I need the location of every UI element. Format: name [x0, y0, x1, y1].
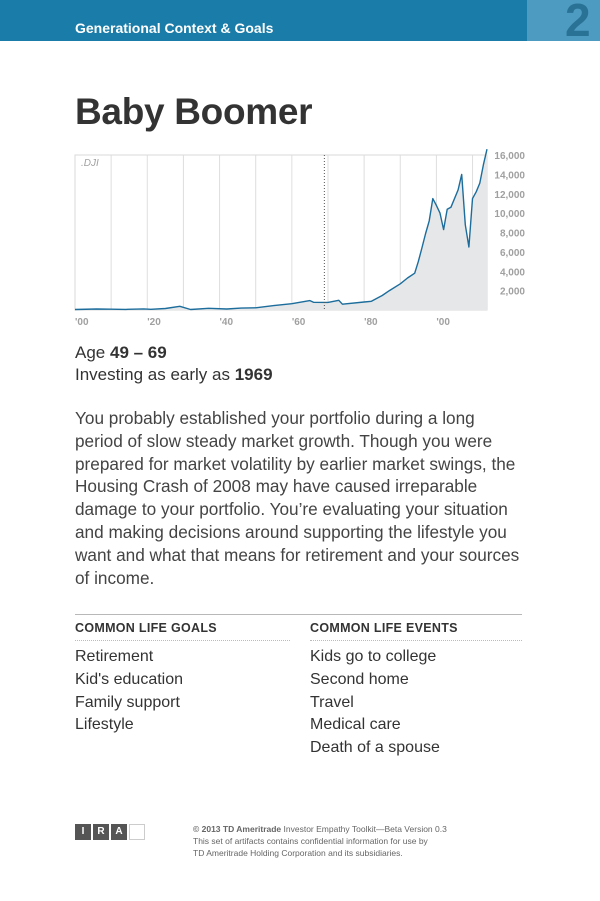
investing-since: Investing as early as 1969 — [75, 365, 273, 385]
footer-line-3: TD Ameritrade Holding Corporation and it… — [193, 848, 403, 858]
divider — [75, 614, 522, 615]
y-tick-label: 12,000 — [494, 190, 525, 201]
x-tick-label: '00 — [436, 317, 450, 328]
y-tick-label: 14,000 — [494, 170, 525, 181]
footer-line-2: This set of artifacts contains confident… — [193, 836, 428, 846]
x-tick-label: '60 — [292, 317, 306, 328]
logo-letter: R — [93, 824, 109, 840]
y-tick-label: 8,000 — [500, 229, 525, 240]
x-tick-label: '40 — [220, 317, 234, 328]
events-heading: COMMON LIFE EVENTS — [310, 621, 458, 635]
goals-divider — [75, 640, 290, 641]
age-range: Age 49 – 69 — [75, 343, 167, 363]
y-tick-label: 6,000 — [500, 248, 525, 259]
footer-legal: © 2013 TD Ameritrade Investor Empathy To… — [193, 823, 523, 859]
goal-item: Kid's education — [75, 670, 184, 688]
goals-list: Retirement Kid's education Family suppor… — [75, 646, 183, 737]
footer-toolkit: Investor Empathy Toolkit—Beta Version 0.… — [281, 824, 447, 834]
dji-chart: .DJI '00 '20 '40 '60 '80 '00 2,000 4,000 6,000 8,0… — [74, 149, 525, 328]
investing-year: 1969 — [234, 365, 273, 384]
description: You probably established your portfolio … — [75, 408, 520, 588]
logo-letter — [129, 824, 145, 840]
series-label: .DJI — [81, 158, 99, 169]
y-tick-label: 4,000 — [500, 267, 525, 278]
goal-item: Family support — [75, 693, 180, 711]
logo-letter: I — [75, 824, 91, 840]
y-tick-label: 16,000 — [494, 151, 525, 162]
event-item: Death of a spouse — [310, 739, 440, 757]
y-tick-label: 2,000 — [500, 287, 525, 298]
goal-item: Retirement — [75, 648, 154, 665]
event-item: Travel — [310, 693, 354, 711]
age-prefix: Age — [75, 343, 106, 362]
investing-prefix: Investing as early as — [75, 365, 230, 384]
logo-letter: A — [111, 824, 127, 840]
footer-copyright: © 2013 TD Ameritrade — [193, 824, 282, 834]
y-tick-label: 10,000 — [494, 209, 525, 220]
event-item: Second home — [310, 670, 409, 688]
event-item: Kids go to college — [310, 648, 437, 665]
x-tick-label: '00 — [75, 317, 89, 328]
event-item: Medical care — [310, 716, 401, 734]
goal-item: Lifestyle — [75, 716, 134, 734]
ira-logo: I R A — [75, 824, 145, 840]
age-value: 49 – 69 — [109, 343, 167, 362]
x-tick-label: '80 — [364, 317, 378, 328]
events-list: Kids go to college Second home Travel Me… — [310, 646, 440, 760]
events-divider — [310, 640, 522, 641]
x-tick-label: '20 — [147, 317, 161, 328]
goals-heading: COMMON LIFE GOALS — [75, 621, 217, 635]
footer-line-1: © 2013 TD Ameritrade Investor Empathy To… — [193, 823, 523, 835]
